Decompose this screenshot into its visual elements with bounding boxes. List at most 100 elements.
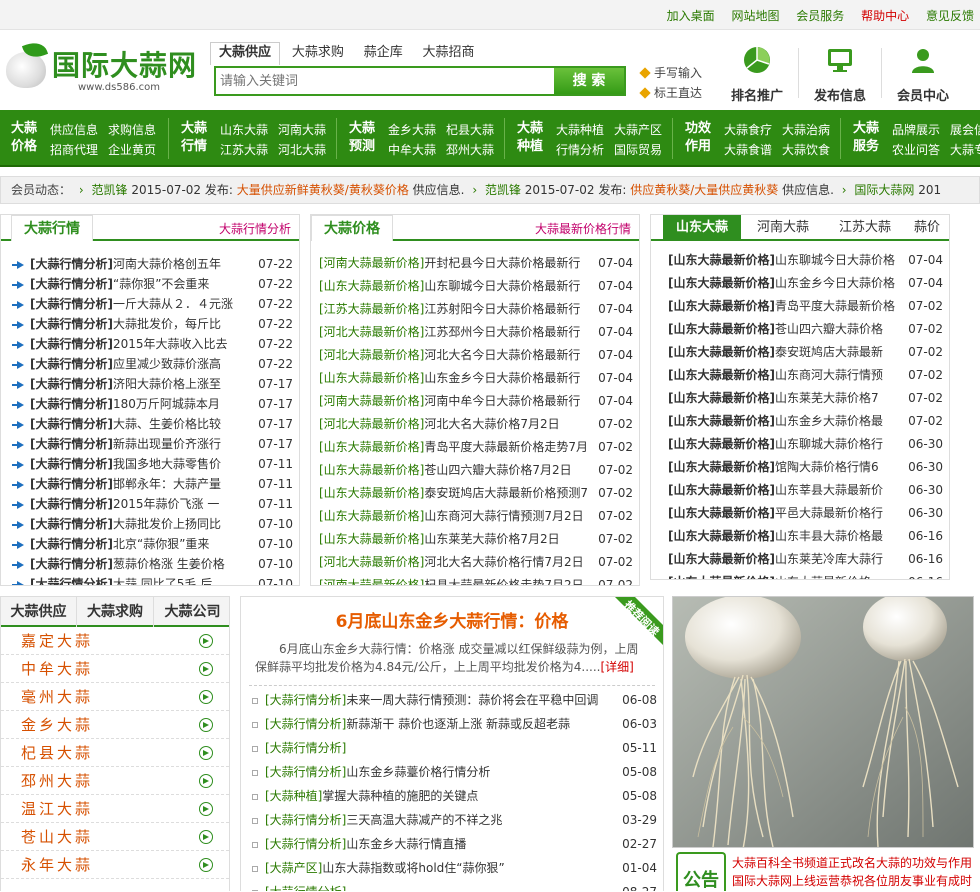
tab-price[interactable]: 蒜价 [905,215,949,241]
feature-row[interactable]: [大蒜行情分析]三天高温大蒜减产的不祥之兆 03-29 [241,808,663,832]
row-title[interactable]: 泰安斑鸠店大蒜最新 [775,345,883,359]
row-category-tag[interactable]: [大蒜行情分析] [30,277,113,291]
nav-link[interactable]: 河北大蒜 [278,140,326,160]
price-row[interactable]: [江苏大蒜最新价格]江苏射阳今日大蒜价格最新行 07-04 [311,298,639,321]
row-category-tag[interactable]: [大蒜行情分析] [30,457,113,471]
price-row[interactable]: [河南大蒜最新价格]河南中牟今日大蒜价格最新行 07-04 [311,390,639,413]
price-row[interactable]: [河北大蒜最新价格]河北大名大蒜价格行情7月2日 07-02 [311,551,639,574]
row-title[interactable]: 山东聊城今日大蒜价格 [775,253,895,267]
nav-link[interactable]: 求购信息 [108,120,156,140]
nav-link[interactable]: 大蒜治病 [782,120,830,140]
ticker-user[interactable]: 范凯锋 [485,183,521,197]
feedback-link[interactable]: 意见反馈 [926,9,974,23]
nav-link[interactable]: 江苏大蒜 [220,140,268,160]
row-title[interactable]: 邯郸永年：大蒜产量 [113,477,221,491]
region-row[interactable]: [山东大蒜最新价格]青岛平度大蒜最新价格 07-02 [651,295,949,318]
feature-row[interactable]: [大蒜行情分析]山东金乡大蒜行情直播 02-27 [241,832,663,856]
city-link[interactable]: 苍山大蒜 [1,823,229,851]
market-row[interactable]: [大蒜行情分析]大蒜 同比了5毛 后 07-10 [1,574,299,585]
row-category-tag[interactable]: [山东大蒜最新价格] [668,460,775,474]
notice-item[interactable]: 大蒜百科全书频道正式改名大蒜的功效与作用 [732,854,972,872]
row-category-tag[interactable]: [山东大蒜最新价格] [319,279,424,293]
search-tab-supply[interactable]: 大蒜供应 [210,42,281,65]
tab-company[interactable]: 大蒜公司 [154,597,229,627]
garlic-photo[interactable] [672,596,974,848]
search-tab-company[interactable]: 蒜企库 [356,43,411,65]
help-center-link[interactable]: 帮助中心 [861,9,909,23]
price-row[interactable]: [河南大蒜最新价格]开封杞县今日大蒜价格最新行 07-04 [311,252,639,275]
nav-link[interactable]: 企业黄页 [108,140,156,160]
nav-link[interactable]: 杞县大蒜 [446,120,494,140]
nav-link[interactable]: 供应信息 [50,120,98,140]
region-row[interactable]: [山东大蒜最新价格]山东莱芜大蒜价格7 07-02 [651,387,949,410]
row-category-tag[interactable]: [大蒜行情分析] [265,813,346,827]
nav-link[interactable]: 中牟大蒜 [388,140,436,160]
row-title[interactable]: 山东金乡大蒜行情直播 [346,837,466,851]
sitemap-link[interactable]: 网站地图 [731,9,779,23]
row-category-tag[interactable]: [大蒜行情分析] [30,357,113,371]
region-row[interactable]: [山东大蒜最新价格]山东聊城今日大蒜价格 07-04 [651,249,949,272]
row-title[interactable]: 山东金乡今日大蒜价格 [775,276,895,290]
row-category-tag[interactable]: [山东大蒜最新价格] [668,506,775,520]
region-row[interactable]: [山东大蒜最新价格]苍山四六瓣大蒜价格 07-02 [651,318,949,341]
row-title[interactable]: 山东金乡蒜薹价格行情分析 [346,765,490,779]
row-title[interactable]: 青岛平度大蒜最新价格 [775,299,895,313]
row-title[interactable]: 2015年大蒜收入比去 [113,337,228,351]
row-category-tag[interactable]: [河南大蒜最新价格] [319,394,424,408]
row-title[interactable]: 山东莱芜大蒜价格7月2日 [424,532,559,546]
row-title[interactable]: 山东商河大蒜行情预测7月2日 [424,509,583,523]
price-row[interactable]: [山东大蒜最新价格]苍山四六瓣大蒜价格7月2日 07-02 [311,459,639,482]
row-category-tag[interactable]: [山东大蒜最新价格] [319,463,424,477]
price-more-link[interactable]: 大蒜最新价格行情 [535,220,631,237]
rank-promo-button[interactable]: 排名推广 [716,44,798,104]
city-link[interactable]: 永年大蒜 [1,851,229,879]
row-category-tag[interactable]: [大蒜种植] [265,789,322,803]
site-logo[interactable]: 国际大蒜网 www.ds586.com [0,38,200,100]
nav-link[interactable]: 大蒜食谱 [724,140,772,160]
row-title[interactable]: 大蒜批发价上扬同比 [113,517,221,531]
region-row[interactable]: [山东大蒜最新价格]山东商河大蒜行情预 07-02 [651,364,949,387]
row-category-tag[interactable]: [大蒜行情分析] [30,437,113,451]
price-row[interactable]: [河北大蒜最新价格]河北大名大蒜价格7月2日 07-02 [311,413,639,436]
row-category-tag[interactable]: [大蒜行情分析] [30,557,113,571]
market-row[interactable]: [大蒜行情分析]邯郸永年：大蒜产量 07-11 [1,474,299,494]
city-link[interactable]: 嘉定大蒜 [1,627,229,655]
row-category-tag[interactable]: [山东大蒜最新价格] [668,437,775,451]
row-title[interactable]: 江苏射阳今日大蒜价格最新行 [424,302,580,316]
search-button[interactable]: 搜 索 [554,68,624,94]
nav-link[interactable]: 展会信 [950,120,980,140]
row-category-tag[interactable]: [山东大蒜最新价格] [668,552,775,566]
row-category-tag[interactable]: [山东大蒜最新价格] [668,253,775,267]
row-title[interactable]: 一斤大蒜从２．４元涨 [113,297,233,311]
price-row[interactable]: [山东大蒜最新价格]山东商河大蒜行情预测7月2日 07-02 [311,505,639,528]
row-category-tag[interactable]: [山东大蒜最新价格] [319,532,424,546]
nav-link[interactable]: 招商代理 [50,140,98,160]
row-title[interactable]: 济阳大蒜价格上涨至 [113,377,221,391]
row-title[interactable]: 2015年蒜价飞涨 一 [113,497,219,511]
city-link[interactable]: 毫州大蒜 [1,683,229,711]
region-row[interactable]: [山东大蒜最新价格]山东金乡今日大蒜价格 07-04 [651,272,949,295]
top-bid-link[interactable]: 标王直达 [641,83,702,103]
row-title[interactable]: 山东聊城大蒜价格行 [775,437,883,451]
feature-row[interactable]: [大蒜种植]掌握大蒜种植的施肥的关键点 05-08 [241,784,663,808]
row-category-tag[interactable]: [大蒜行情分析] [265,837,346,851]
row-title[interactable]: 河北大名大蒜价格行情7月2日 [424,555,583,569]
tab-buy[interactable]: 大蒜求购 [77,597,154,627]
row-title[interactable]: 河北大名今日大蒜价格最新行 [424,348,580,362]
row-title[interactable]: 河南中牟今日大蒜价格最新行 [424,394,580,408]
handwrite-input-link[interactable]: 手写输入 [641,63,702,83]
feature-detail-link[interactable]: [详细] [600,660,633,674]
region-row[interactable]: [山东大蒜最新价格]山东聊城大蒜价格行 06-30 [651,433,949,456]
city-link[interactable]: 邳州大蒜 [1,767,229,795]
row-title[interactable]: 江苏邳州今日大蒜价格最新行 [424,325,580,339]
feature-row[interactable]: [大蒜行情分析]山东金乡蒜薹价格行情分析 05-08 [241,760,663,784]
row-category-tag[interactable]: [河北大蒜最新价格] [319,417,424,431]
notice-item[interactable]: 国际大蒜网上线运营恭祝各位朋友事业有成时 [732,872,972,890]
row-category-tag[interactable]: [大蒜行情分析] [30,497,113,511]
row-title[interactable]: 山东金乡大蒜价格最 [775,414,883,428]
row-title[interactable]: 山东丰县大蒜价格最 [775,529,883,543]
row-category-tag[interactable]: [河北大蒜最新价格] [319,325,424,339]
feature-row[interactable]: [大蒜行情分析] 05-11 [241,736,663,760]
nav-link[interactable]: 农业问答 [892,140,940,160]
row-category-tag[interactable]: [山东大蒜最新价格] [319,371,424,385]
